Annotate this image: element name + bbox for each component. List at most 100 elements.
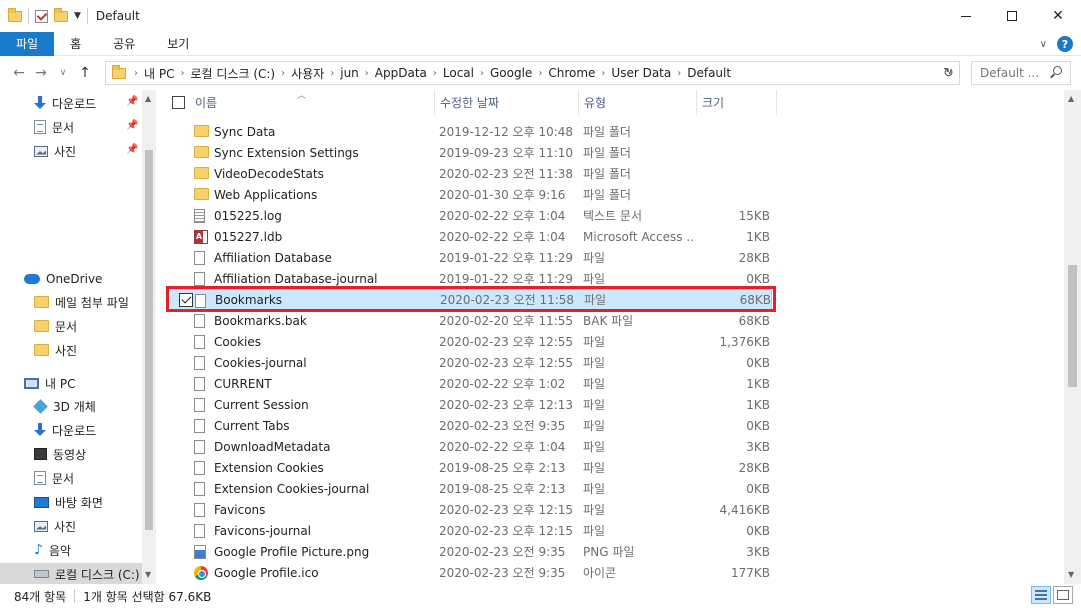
chevron-right-icon[interactable]: › [180, 68, 184, 79]
sidebar-item-videos[interactable]: 동영상 [34, 443, 86, 465]
table-row[interactable]: Google Profile.ico 2020-02-23 오전 9:35 아이콘 1… [160, 562, 772, 583]
minimize-button[interactable] [943, 0, 989, 32]
tab-home[interactable]: 홈 [54, 32, 97, 56]
select-all-checkbox[interactable] [172, 96, 185, 109]
sidebar-item-music[interactable]: ♪ 음악 [34, 539, 71, 561]
chevron-right-icon[interactable]: › [433, 68, 437, 79]
column-header-type[interactable]: 유형 [579, 90, 697, 115]
sidebar-scrollbar[interactable]: ▲ ▼ [142, 90, 156, 584]
breadcrumb-local[interactable]: Local [443, 66, 474, 80]
table-row[interactable]: Sync Data 2019-12-12 오후 10:48 파일 폴더 [160, 121, 772, 142]
table-row[interactable]: Cookies 2020-02-23 오후 12:55 파일 1,376KB [160, 331, 772, 352]
new-folder-icon[interactable] [54, 7, 68, 22]
chevron-right-icon[interactable]: › [601, 68, 605, 79]
chevron-down-icon[interactable]: ▼ [74, 11, 81, 21]
properties-icon[interactable] [35, 9, 48, 23]
chevron-right-icon[interactable]: › [281, 68, 285, 79]
forward-arrow-icon[interactable]: → [30, 65, 52, 81]
file-icon [194, 419, 205, 433]
table-row[interactable]: CURRENT 2020-02-22 오후 1:02 파일 1KB [160, 373, 772, 394]
table-row[interactable]: Web Applications 2020-01-30 오후 9:16 파일 폴더 [160, 184, 772, 205]
breadcrumb-this-pc[interactable]: 내 PC [144, 65, 174, 82]
sidebar-item-pc-downloads[interactable]: 다운로드 [34, 419, 96, 441]
breadcrumb-appdata[interactable]: AppData [375, 66, 427, 80]
sidebar-item-this-pc[interactable]: 내 PC [24, 372, 75, 394]
column-header-name[interactable]: 이름 [190, 90, 435, 115]
help-icon[interactable]: ? [1057, 36, 1073, 52]
table-row[interactable]: Google Profile Picture.png 2020-02-23 오전 … [160, 541, 772, 562]
pin-icon[interactable]: 📌 [126, 96, 138, 107]
breadcrumb-user-data[interactable]: User Data [611, 66, 671, 80]
scroll-down-icon[interactable]: ▼ [1068, 570, 1074, 579]
table-row[interactable]: Favicons 2020-02-23 오후 12:15 파일 4,416KB [160, 499, 772, 520]
file-list-scrollbar[interactable]: ▲ ▼ [1064, 90, 1081, 584]
table-row[interactable]: DownloadMetadata 2020-02-22 오후 1:04 파일 3KB [160, 436, 772, 457]
breadcrumb-users[interactable]: 사용자 [291, 65, 324, 82]
file-list-scroll-thumb[interactable] [1068, 265, 1077, 387]
recent-locations-chevron-icon[interactable]: ∨ [52, 68, 74, 78]
pin-icon[interactable]: 📌 [126, 120, 138, 131]
sidebar-item-desktop[interactable]: 바탕 화면 [34, 491, 103, 513]
sidebar-item-pc-pictures[interactable]: 사진 [34, 515, 76, 537]
chevron-right-icon[interactable]: › [330, 68, 334, 79]
chevron-right-icon[interactable]: › [134, 68, 138, 79]
breadcrumb-chrome[interactable]: Chrome [548, 66, 595, 80]
table-row[interactable]: Favicons-journal 2020-02-23 오후 12:15 파일 0KB [160, 520, 772, 541]
sidebar-scroll-thumb[interactable] [145, 150, 153, 530]
refresh-button[interactable]: ↻ [938, 61, 960, 85]
table-row[interactable]: Bookmarks.bak 2020-02-20 오후 11:55 BAK 파일 68… [160, 310, 772, 331]
file-type: 파일 [583, 503, 606, 517]
sidebar-item-label: 바탕 화면 [55, 495, 103, 510]
close-button[interactable]: ✕ [1035, 0, 1081, 32]
scroll-up-icon[interactable]: ▲ [1068, 94, 1074, 103]
sidebar-item-local-disk[interactable]: 로컬 디스크 (C:) [0, 563, 142, 585]
chevron-right-icon[interactable]: › [677, 68, 681, 79]
scroll-down-icon[interactable]: ▼ [145, 570, 151, 579]
breadcrumb-google[interactable]: Google [490, 66, 532, 80]
sidebar-item-downloads[interactable]: 다운로드 [34, 92, 96, 114]
scroll-up-icon[interactable]: ▲ [145, 94, 151, 103]
search-input[interactable]: Default ... [980, 66, 1039, 80]
sidebar-item-pictures[interactable]: 사진 [34, 140, 76, 162]
sidebar-item-3d-objects[interactable]: 3D 개체 [33, 395, 96, 417]
sidebar-item-pc-documents[interactable]: 문서 [34, 467, 74, 489]
file-name: Cookies-journal [214, 355, 307, 370]
table-row[interactable]: Extension Cookies-journal 2019-08-25 오후 2… [160, 478, 772, 499]
chevron-right-icon[interactable]: › [538, 68, 542, 79]
table-row[interactable]: Sync Extension Settings 2019-09-23 오후 11:… [160, 142, 772, 163]
chevron-right-icon[interactable]: › [480, 68, 484, 79]
table-row[interactable]: 015225.log 2020-02-22 오후 1:04 텍스트 문서 15KB [160, 205, 772, 226]
sidebar-item-mail-attachments[interactable]: 메일 첨부 파일 [34, 291, 129, 313]
table-row[interactable]: 015227.ldb 2020-02-22 오후 1:04 Microsoft Ac… [160, 226, 772, 247]
tab-file[interactable]: 파일 [0, 31, 55, 56]
chevron-right-icon[interactable]: › [365, 68, 369, 79]
table-row[interactable]: Affiliation Database 2019-01-22 오후 11:29 파… [160, 247, 772, 268]
breadcrumb-default[interactable]: Default [687, 66, 731, 80]
search-box[interactable]: Default ... [971, 61, 1071, 85]
tab-share[interactable]: 공유 [97, 32, 151, 56]
table-row[interactable]: Cookies-journal 2020-02-23 오후 12:55 파일 0KB [160, 352, 772, 373]
column-header-size[interactable]: 크기 [697, 90, 777, 115]
tab-view[interactable]: 보기 [151, 32, 205, 56]
up-arrow-icon[interactable]: ↑ [74, 65, 96, 81]
sidebar-item-onedrive[interactable]: OneDrive [24, 268, 102, 290]
table-row[interactable]: Current Session 2020-02-23 오후 12:13 파일 1KB [160, 394, 772, 415]
back-arrow-icon[interactable]: ← [8, 65, 30, 81]
table-row[interactable]: Extension Cookies 2019-08-25 오후 2:13 파일 28K… [160, 457, 772, 478]
breadcrumb-jun[interactable]: jun [340, 66, 359, 80]
table-row[interactable]: Current Tabs 2020-02-23 오전 9:35 파일 0KB [160, 415, 772, 436]
table-row[interactable]: VideoDecodeStats 2020-02-23 오전 11:38 파일 폴더 [160, 163, 772, 184]
address-bar[interactable]: › 내 PC › 로컬 디스크 (C:) › 사용자 › jun › AppDa… [105, 61, 960, 85]
sidebar-item-onedrive-pictures[interactable]: 사진 [34, 339, 77, 361]
large-icons-view-button[interactable] [1053, 586, 1073, 604]
column-header-date[interactable]: 수정한 날짜 [435, 90, 579, 115]
sidebar-item-onedrive-documents[interactable]: 문서 [34, 315, 77, 337]
sidebar-item-documents[interactable]: 문서 [34, 116, 74, 138]
breadcrumb-local-disk[interactable]: 로컬 디스크 (C:) [190, 65, 275, 82]
details-view-button[interactable] [1031, 586, 1051, 604]
folder-icon[interactable] [8, 7, 22, 22]
ribbon-tabs: 파일 홈 공유 보기 ∨ ? [0, 31, 1081, 56]
ribbon-expand-icon[interactable]: ∨ [1040, 39, 1047, 50]
pin-icon[interactable]: 📌 [126, 144, 138, 155]
maximize-button[interactable] [989, 0, 1035, 32]
